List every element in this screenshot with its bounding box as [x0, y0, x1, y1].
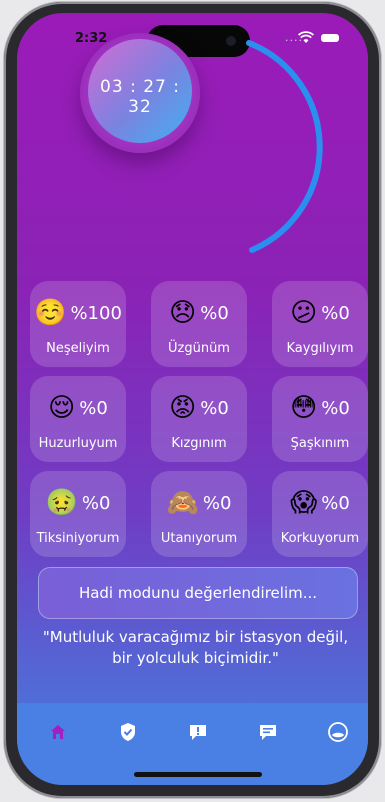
mood-percent: %0 [200, 397, 229, 419]
relieved-face-icon: 😌 [48, 393, 76, 423]
tab-home[interactable] [47, 721, 69, 743]
mood-card-kaygiliyim[interactable]: 😕 %0 Kaygılıyım [272, 281, 368, 367]
home-icon [51, 725, 65, 739]
alert-message-icon [190, 725, 206, 740]
tab-shield[interactable] [117, 721, 139, 743]
mood-card-neseliyim[interactable]: ☺️ %100 Neşeliyim [30, 281, 126, 367]
quote-line-2: bir yolculuk biçimidir." [112, 649, 279, 667]
nauseated-face-icon: 🤢 [45, 488, 78, 518]
timer-display: 03 : 27 : 32 [100, 77, 180, 117]
disappointed-face-icon: 😞 [169, 298, 197, 328]
flushed-face-icon: 😳 [290, 393, 318, 423]
mood-label: Üzgünüm [168, 341, 230, 356]
timer-progress-arc [246, 40, 323, 253]
mood-card-saskinim[interactable]: 😳 %0 Şaşkınım [272, 376, 368, 462]
mood-card-uzgunum[interactable]: 😞 %0 Üzgünüm [151, 281, 247, 367]
mood-label: Korkuyorum [280, 531, 360, 546]
mood-label: Kızgınım [171, 436, 227, 451]
chat-icon [260, 725, 276, 740]
mood-card-korkuyorum[interactable]: 😱 %0 Korkuyorum [272, 471, 368, 557]
tab-profile[interactable] [327, 721, 349, 743]
quote-text: "Mutluluk varacağımız bir istasyon değil… [35, 627, 356, 669]
confused-face-icon: 😕 [290, 298, 318, 328]
screaming-face-icon: 😱 [290, 488, 318, 518]
home-indicator [134, 772, 262, 777]
mood-label: Şaşkınım [290, 436, 350, 451]
mood-percent: %0 [321, 302, 350, 324]
mood-percent: %0 [81, 492, 111, 514]
mood-percent: %0 [321, 397, 350, 419]
shield-check-icon [121, 723, 135, 741]
mood-card-utaniyorum[interactable]: 🙈 %0 Utanıyorum [151, 471, 247, 557]
evaluate-mood-button[interactable]: Hadi modunu değerlendirelim... [38, 567, 358, 619]
mood-percent: %0 [202, 492, 232, 514]
mood-percent: %0 [79, 397, 108, 419]
mood-label: Tiksiniyorum [36, 531, 120, 546]
mood-card-tiksiniyorum[interactable]: 🤢 %0 Tiksiniyorum [30, 471, 126, 557]
see-no-evil-monkey-icon: 🙈 [166, 488, 199, 518]
smiling-face-icon: ☺️ [34, 298, 67, 328]
mood-percent: %0 [200, 302, 229, 324]
mood-percent: %0 [321, 492, 350, 514]
mood-label: Neşeliyim [46, 341, 110, 356]
tab-chat[interactable] [257, 721, 279, 743]
mood-percent: %100 [70, 302, 122, 324]
mood-card-huzurluyum[interactable]: 😌 %0 Huzurluyum [30, 376, 126, 462]
mood-label: Huzurluyum [38, 436, 118, 451]
mood-card-kizginim[interactable]: 😡 %0 Kızgınım [151, 376, 247, 462]
mood-label: Utanıyorum [160, 531, 238, 546]
mood-label: Kaygılıyım [286, 341, 354, 356]
angry-face-icon: 😡 [169, 393, 197, 423]
profile-icon [328, 722, 348, 742]
quote-line-1: "Mutluluk varacağımız bir istasyon değil… [42, 628, 349, 646]
app-screen: 2:32 .... 03 : 27 : 32 ☺️ %100 Neşeliyim … [17, 13, 368, 785]
tab-alert[interactable] [187, 721, 209, 743]
